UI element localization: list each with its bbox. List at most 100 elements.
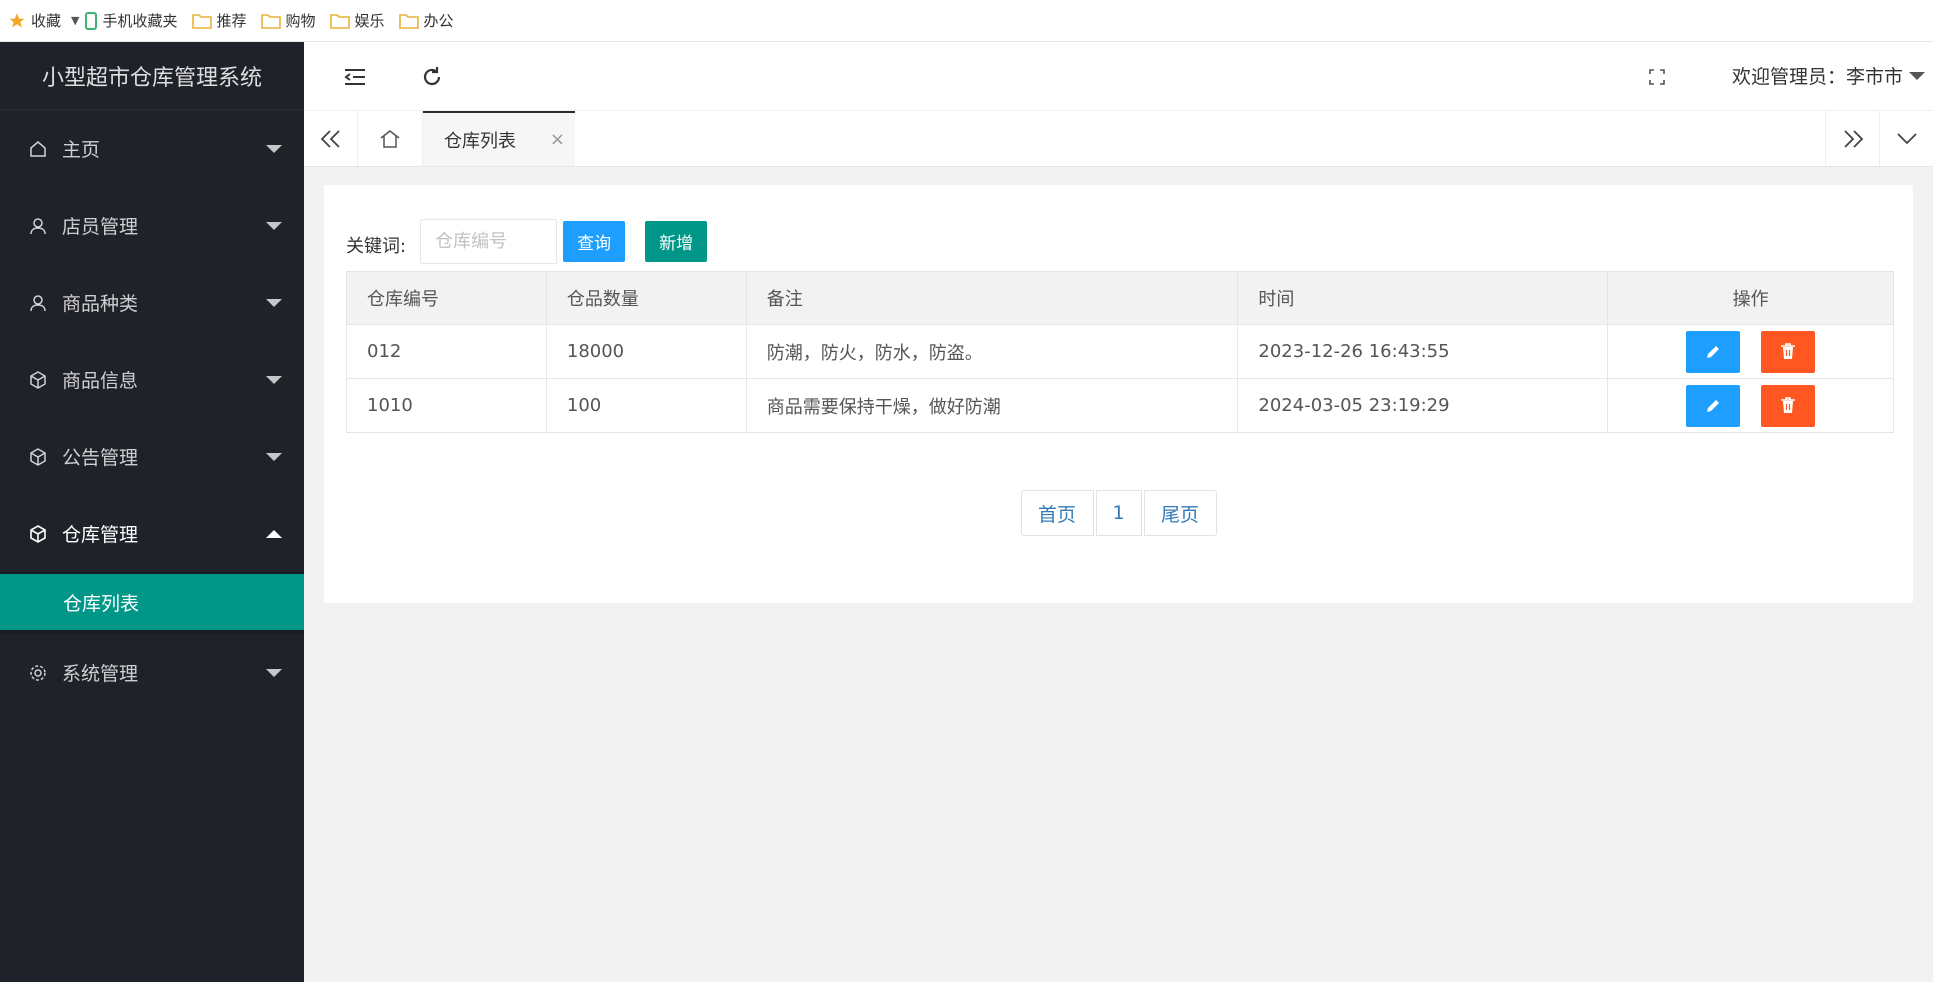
- sidebar-item-label: 系统管理: [62, 663, 139, 685]
- folder-icon: [398, 13, 419, 29]
- fullscreen-icon[interactable]: [1642, 62, 1672, 92]
- bookmark-entertainment[interactable]: 娱乐: [329, 10, 385, 31]
- tabs-scroll-left-icon[interactable]: [304, 111, 358, 166]
- keyword-label: 关键词:: [346, 235, 407, 257]
- tabs-scroll-right-icon[interactable]: [1825, 111, 1879, 166]
- caret-down-icon: [266, 452, 282, 461]
- top-header: 欢迎管理员：李市市: [304, 42, 1933, 111]
- sidebar-item-label: 主页: [62, 139, 101, 161]
- search-row: 关键词: 查询 新增: [346, 219, 708, 264]
- caret-up-icon: [266, 529, 282, 538]
- sidebar-item-product-info[interactable]: 商品信息: [0, 341, 304, 418]
- bookmark-label: 手机收藏夹: [102, 12, 178, 30]
- cell-id: 1010: [346, 378, 547, 433]
- sidebar-item-label: 公告管理: [62, 447, 139, 469]
- cell-actions: [1607, 324, 1894, 379]
- bookmark-recommend[interactable]: 推荐: [191, 10, 247, 31]
- caret-down-icon: [266, 221, 282, 230]
- tab-label: 仓库列表: [444, 130, 516, 152]
- collapse-sidebar-icon[interactable]: [340, 62, 370, 92]
- content-area: 关键词: 查询 新增 仓库编号 仓品数量 备注 时间 操作 012: [304, 167, 1933, 982]
- cell-qty: 18000: [545, 324, 747, 379]
- caret-down-icon: [266, 375, 282, 384]
- add-button[interactable]: 新增: [645, 221, 708, 262]
- sidebar-item-label: 仓库管理: [62, 524, 139, 546]
- page-number-button[interactable]: 1: [1095, 490, 1142, 536]
- sidebar-item-home[interactable]: 主页: [0, 110, 304, 187]
- app-logo-title: 小型超市仓库管理系统: [0, 42, 304, 110]
- last-page-button[interactable]: 尾页: [1143, 490, 1217, 536]
- sidebar-item-staff[interactable]: 店员管理: [0, 187, 304, 264]
- close-icon[interactable]: ×: [550, 131, 565, 149]
- trash-icon: [1781, 397, 1796, 413]
- cell-note: 防潮，防火，防水，防盗。: [745, 324, 1239, 379]
- chevron-down-icon[interactable]: ▼: [71, 14, 79, 27]
- search-input[interactable]: [420, 219, 558, 264]
- column-header-actions: 操作: [1607, 271, 1894, 325]
- pencil-icon: [1706, 399, 1719, 412]
- bookmark-favorites[interactable]: 收藏: [8, 10, 61, 31]
- caret-down-icon: [1909, 71, 1925, 80]
- folder-icon: [191, 13, 212, 29]
- bookmark-label: 办公: [423, 12, 454, 30]
- cell-time: 2024-03-05 23:19:29: [1237, 378, 1609, 433]
- column-header-qty: 仓品数量: [545, 271, 747, 325]
- star-icon: [9, 13, 25, 27]
- sidebar-subitem-warehouse-list[interactable]: 仓库列表: [0, 574, 304, 630]
- table-row: 012 18000 防潮，防火，防水，防盗。 2023-12-26 16:43:…: [346, 324, 1894, 379]
- home-icon: [28, 139, 48, 159]
- tab-warehouse-list[interactable]: 仓库列表 ×: [423, 111, 575, 166]
- trash-icon: [1781, 343, 1796, 359]
- table-row: 1010 100 商品需要保持干燥，做好防潮 2024-03-05 23:19:…: [346, 378, 1894, 433]
- sidebar: 小型超市仓库管理系统 主页 店员管理 商品种类 商品信息 公告管理 仓库管理 仓…: [0, 42, 304, 982]
- tabs-menu-chevron-down-icon[interactable]: [1879, 111, 1933, 166]
- cell-note: 商品需要保持干燥，做好防潮: [745, 378, 1239, 433]
- sidebar-item-warehouse[interactable]: 仓库管理: [0, 495, 304, 572]
- delete-button[interactable]: [1761, 384, 1816, 427]
- sidebar-item-label: 商品种类: [62, 293, 139, 315]
- sidebar-item-system[interactable]: 系统管理: [0, 634, 304, 711]
- warehouse-table: 仓库编号 仓品数量 备注 时间 操作 012 18000 防潮，防火，防水，防盗…: [346, 271, 1894, 433]
- caret-down-icon: [266, 144, 282, 153]
- first-page-button[interactable]: 首页: [1020, 490, 1094, 536]
- bookmarks-bar: 收藏 ▼ 手机收藏夹 推荐 购物 娱乐 办公: [0, 0, 1933, 42]
- cell-actions: [1607, 378, 1894, 433]
- bookmark-label: 购物: [285, 12, 316, 30]
- user-menu[interactable]: 欢迎管理员：李市市: [1732, 62, 1925, 89]
- edit-button[interactable]: [1685, 330, 1740, 373]
- sidebar-item-label: 商品信息: [62, 370, 139, 392]
- tabs-bar: 仓库列表 ×: [304, 111, 1933, 167]
- edit-button[interactable]: [1685, 384, 1740, 427]
- cube-icon: [28, 370, 48, 390]
- cell-id: 012: [346, 324, 547, 379]
- folder-icon: [260, 13, 281, 29]
- phone-icon: [85, 11, 98, 30]
- caret-down-icon: [266, 668, 282, 677]
- query-button[interactable]: 查询: [563, 221, 626, 262]
- cube-icon: [28, 447, 48, 467]
- column-header-note: 备注: [745, 271, 1239, 325]
- cube-icon: [28, 524, 48, 544]
- caret-down-icon: [266, 298, 282, 307]
- refresh-icon[interactable]: [417, 62, 447, 92]
- bookmark-mobile[interactable]: 手机收藏夹: [85, 10, 178, 31]
- warehouse-submenu: 仓库列表: [0, 572, 304, 634]
- bookmark-label: 娱乐: [354, 12, 385, 30]
- bookmark-shopping[interactable]: 购物: [260, 10, 316, 31]
- bookmark-office[interactable]: 办公: [398, 10, 454, 31]
- sidebar-item-label: 店员管理: [62, 216, 139, 238]
- table-header-row: 仓库编号 仓品数量 备注 时间 操作: [346, 271, 1894, 325]
- user-icon: [28, 216, 48, 236]
- pagination: 首页 1 尾页: [324, 490, 1913, 536]
- sidebar-item-notice[interactable]: 公告管理: [0, 418, 304, 495]
- column-header-time: 时间: [1237, 271, 1609, 325]
- column-header-id: 仓库编号: [346, 271, 547, 325]
- tab-home-icon[interactable]: [358, 111, 423, 166]
- cell-time: 2023-12-26 16:43:55: [1237, 324, 1609, 379]
- folder-icon: [329, 13, 350, 29]
- welcome-text: 欢迎管理员：李市市: [1731, 66, 1903, 88]
- delete-button[interactable]: [1761, 330, 1816, 373]
- bookmark-label: 收藏: [31, 12, 62, 30]
- sidebar-item-category[interactable]: 商品种类: [0, 264, 304, 341]
- cell-qty: 100: [545, 378, 747, 433]
